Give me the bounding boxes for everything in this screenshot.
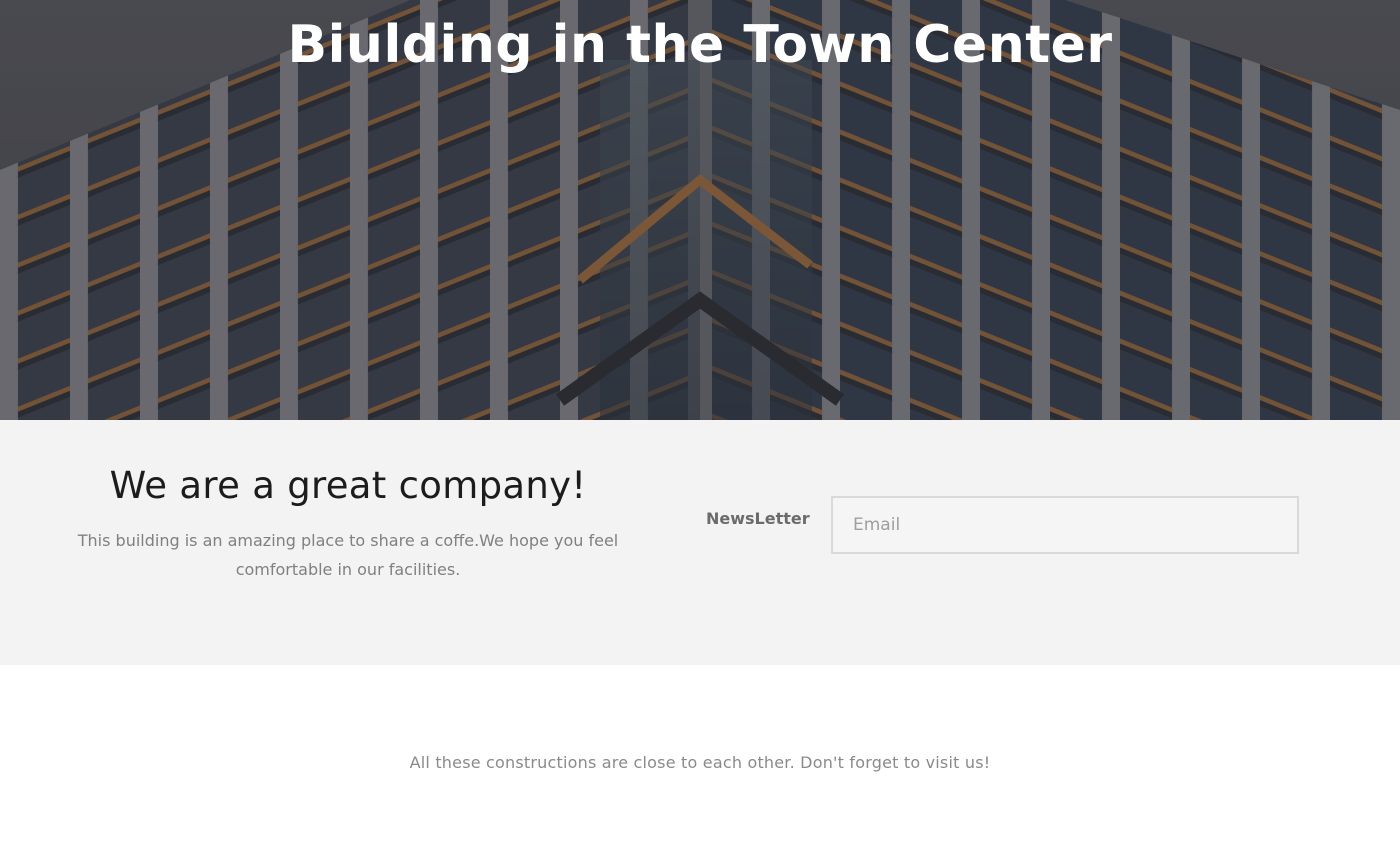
footer-note: All these constructions are close to eac… [409,753,991,772]
about-heading: We are a great company! [109,464,587,507]
email-field[interactable] [831,496,1299,554]
page-title: Biulding in the Town Center [287,15,1113,75]
newsletter-label: NewsLetter [706,509,810,528]
about-description: This building is an amazing place to sha… [77,531,619,579]
hero-banner: Biulding in the Town Center [0,0,1400,420]
about-section: We are a great company! This building is… [70,460,626,584]
